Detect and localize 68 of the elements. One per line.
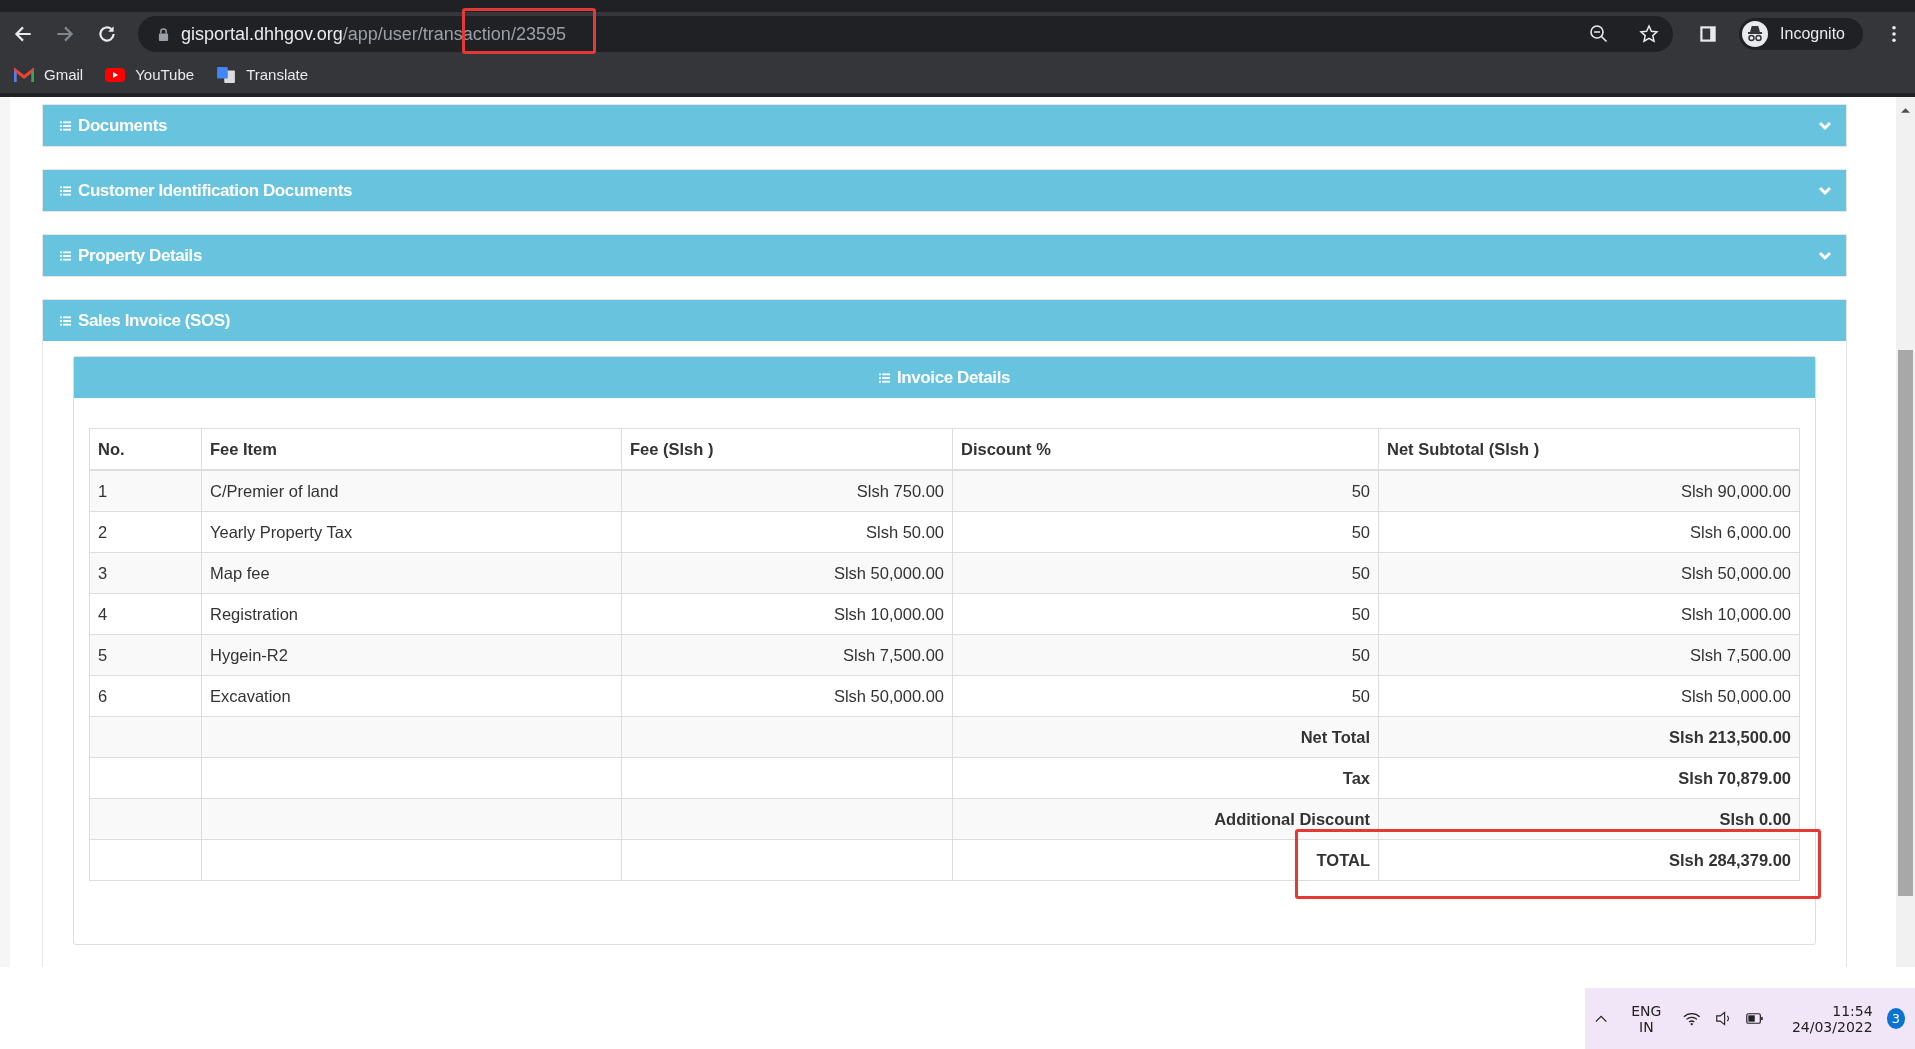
table-cell: 1 xyxy=(89,470,202,512)
play-icon xyxy=(105,66,126,83)
table-cell: 50 xyxy=(952,511,1379,553)
star-icon[interactable] xyxy=(1639,24,1660,44)
table-cell: Slsh 50.00 xyxy=(621,511,953,553)
table-cell: Slsh 7,500.00 xyxy=(621,634,953,676)
table-cell: Slsh 50,000.00 xyxy=(621,552,953,594)
table-cell: Slsh 50,000.00 xyxy=(1378,675,1800,717)
table-cell: Slsh 50,000.00 xyxy=(621,675,953,717)
table-cell: 5 xyxy=(89,634,202,676)
table-cell: Slsh 90,000.00 xyxy=(1378,470,1800,512)
table-cell: Slsh 7,500.00 xyxy=(1378,634,1800,676)
invoice-header: Invoice Details xyxy=(74,357,1815,398)
table-cell: 2 xyxy=(89,511,202,553)
mail-icon xyxy=(14,66,34,83)
list-icon xyxy=(60,250,71,261)
table-cell: Slsh 10,000.00 xyxy=(1378,593,1800,635)
scrollbar-thumb[interactable] xyxy=(1898,350,1913,896)
chevron-up-icon[interactable] xyxy=(1595,1014,1608,1023)
summary-value: Slsh 0.00 xyxy=(1378,798,1800,840)
table-cell: Slsh 750.00 xyxy=(621,470,953,512)
table-cell: 50 xyxy=(952,675,1379,717)
reload-icon[interactable] xyxy=(96,23,118,45)
list-icon xyxy=(60,120,71,131)
summary-value: Slsh 213,500.00 xyxy=(1378,716,1800,758)
table-cell: Map fee xyxy=(201,552,622,594)
lock-icon xyxy=(158,27,169,41)
scroll-up-icon[interactable] xyxy=(1901,107,1910,113)
summary-label: Tax xyxy=(952,757,1379,799)
zoom-out-icon[interactable] xyxy=(1589,24,1610,44)
summary-label: Additional Discount xyxy=(952,798,1379,840)
summary-value: Slsh 70,879.00 xyxy=(1378,757,1800,799)
profile-button[interactable]: Incognito xyxy=(1739,18,1863,50)
notification-badge[interactable]: 3 xyxy=(1886,1008,1905,1029)
table-cell: Yearly Property Tax xyxy=(201,511,622,553)
list-icon xyxy=(60,185,71,196)
clock[interactable]: 11:54 24/03/2022 xyxy=(1791,1002,1873,1035)
table-cell: Slsh 6,000.00 xyxy=(1378,511,1800,553)
table-cell: C/Premier of land xyxy=(201,470,622,512)
table-cell: Registration xyxy=(201,593,622,635)
table-cell: 3 xyxy=(89,552,202,594)
chevron-down-icon xyxy=(1818,185,1832,196)
table-cell: 50 xyxy=(952,593,1379,635)
table-cell: Slsh 50,000.00 xyxy=(1378,552,1800,594)
table-cell: 4 xyxy=(89,593,202,635)
table-cell: Excavation xyxy=(201,675,622,717)
chevron-down-icon xyxy=(1818,250,1832,261)
summary-label: Net Total xyxy=(952,716,1379,758)
chevron-down-icon xyxy=(1818,120,1832,131)
table-cell: 50 xyxy=(952,470,1379,512)
table-cell: 50 xyxy=(952,552,1379,594)
language-indicator[interactable]: ENG IN xyxy=(1631,1002,1662,1035)
table-cell: 6 xyxy=(89,675,202,717)
list-icon xyxy=(878,372,890,383)
summary-label: TOTAL xyxy=(952,839,1379,881)
incognito-icon xyxy=(1742,21,1769,47)
battery-icon[interactable] xyxy=(1746,1011,1764,1026)
table-cell: 50 xyxy=(952,634,1379,676)
table-cell: Hygein-R2 xyxy=(201,634,622,676)
menu-icon[interactable] xyxy=(1891,25,1897,43)
translate-icon xyxy=(216,66,237,83)
bookmark-link[interactable]: Gmail xyxy=(14,66,84,83)
summary-value: Slsh 284,379.00 xyxy=(1378,839,1800,881)
list-icon xyxy=(60,315,71,326)
bookmark-link[interactable]: Translate xyxy=(216,66,309,83)
wifi-icon[interactable] xyxy=(1683,1011,1701,1026)
table-cell: Slsh 10,000.00 xyxy=(621,593,953,635)
bookmark-link[interactable]: YouTube xyxy=(105,66,195,83)
